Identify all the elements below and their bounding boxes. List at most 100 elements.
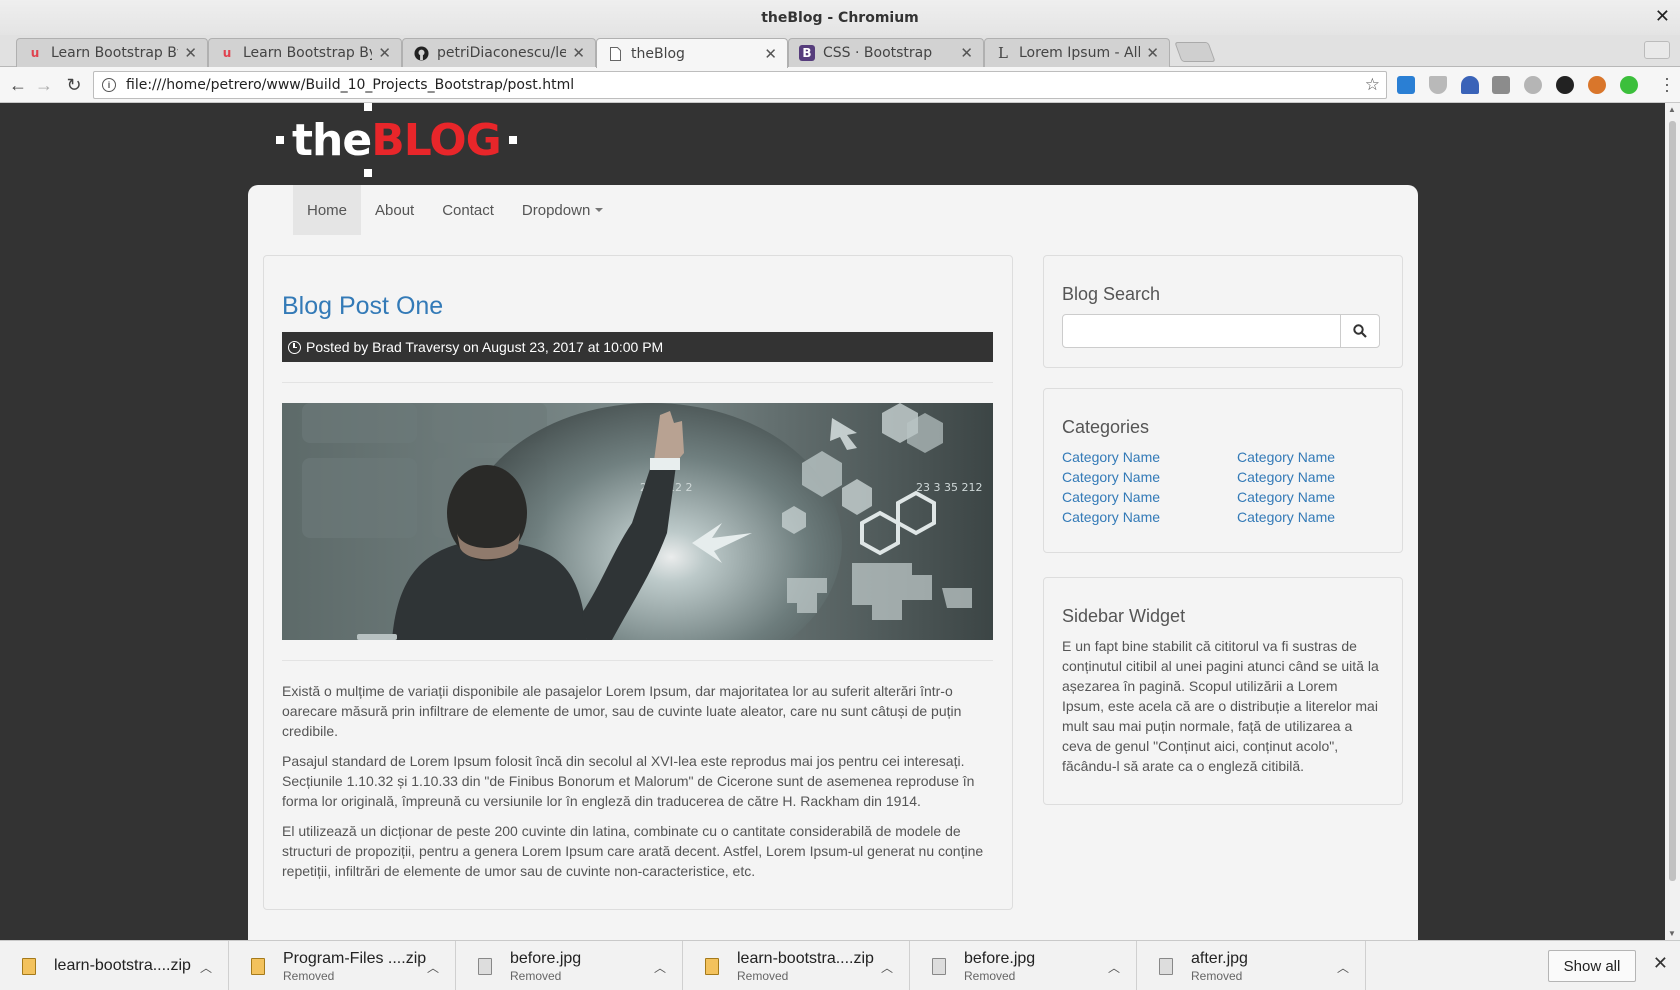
chevron-up-icon[interactable]: ︿: [1337, 959, 1349, 976]
tab-learn-bootstrap-1[interactable]: u Learn Bootstrap By ✕: [16, 38, 208, 67]
tab-close-icon[interactable]: ✕: [184, 44, 197, 62]
download-name: after.jpg: [1191, 949, 1248, 967]
nav-home[interactable]: Home: [293, 185, 362, 235]
window-title: theBlog - Chromium: [761, 9, 919, 26]
bookmark-star-icon[interactable]: ☆: [1365, 75, 1380, 95]
category-link[interactable]: Category Name: [1237, 509, 1335, 525]
extension-icon-8[interactable]: [1620, 76, 1638, 94]
chevron-up-icon[interactable]: ︿: [1108, 959, 1120, 976]
tab-lorem-ipsum[interactable]: L Lorem Ipsum - All th ✕: [984, 38, 1170, 67]
download-item[interactable]: learn-bootstra....zip ︿: [0, 941, 229, 990]
tab-close-icon[interactable]: ✕: [378, 44, 391, 62]
bootstrap-icon: B: [799, 45, 815, 61]
site-logo[interactable]: the BLOG: [268, 103, 525, 177]
profile-button[interactable]: [1644, 41, 1670, 59]
category-link[interactable]: Category Name: [1062, 449, 1160, 465]
tab-strip: u Learn Bootstrap By ✕ u Learn Bootstrap…: [0, 35, 1680, 68]
image-file-icon: [478, 957, 492, 975]
download-item[interactable]: Program-Files ....zip Removed ︿: [229, 941, 456, 990]
window-titlebar: theBlog - Chromium ✕: [0, 0, 1680, 35]
category-link[interactable]: Category Name: [1237, 469, 1335, 485]
category-link[interactable]: Category Name: [1062, 469, 1160, 485]
download-item[interactable]: after.jpg Removed ︿: [1137, 941, 1366, 990]
extension-icon-1[interactable]: [1397, 76, 1415, 94]
sidebar-widget-text: E un fapt bine stabilit că cititorul va …: [1062, 638, 1379, 774]
browser-toolbar: ← → ↻ i file:///home/petrero/www/Build_1…: [0, 67, 1680, 103]
scrollbar-thumb[interactable]: [1669, 121, 1676, 881]
category-link[interactable]: Category Name: [1062, 509, 1160, 525]
category-link[interactable]: Category Name: [1237, 449, 1335, 465]
download-icon[interactable]: [1492, 76, 1510, 94]
github-icon: [413, 45, 429, 61]
post-title[interactable]: Blog Post One: [282, 292, 443, 321]
download-status: Removed: [964, 968, 1016, 983]
blog-search-input[interactable]: [1062, 314, 1341, 348]
post-paragraph: El utilizează un dicționar de peste 200 …: [282, 823, 984, 879]
post-paragraph: Există o mulțime de variații disponibile…: [282, 683, 962, 739]
chevron-up-icon[interactable]: ︿: [881, 959, 893, 976]
download-status: Removed: [737, 968, 789, 983]
image-file-icon: [1159, 957, 1173, 975]
new-tab-button[interactable]: [1174, 42, 1216, 62]
address-bar[interactable]: i file:///home/petrero/www/Build_10_Proj…: [93, 71, 1387, 99]
download-name: learn-bootstra....zip: [737, 949, 874, 967]
extension-icon-6[interactable]: [1556, 76, 1574, 94]
logo-blog-text: BLOG: [371, 114, 502, 166]
zip-file-icon: [251, 957, 265, 975]
download-shelf: learn-bootstra....zip ︿ Program-Files ..…: [0, 940, 1680, 990]
back-arrow-icon[interactable]: ←: [6, 73, 30, 97]
categories-title: Categories: [1062, 417, 1150, 437]
nav-contact[interactable]: Contact: [428, 185, 508, 235]
post-meta: Posted by Brad Traversy on August 23, 20…: [282, 332, 993, 362]
tab-close-icon[interactable]: ✕: [764, 45, 777, 63]
menu-icon[interactable]: · · ·: [1664, 69, 1670, 99]
download-status: Removed: [510, 968, 562, 983]
tab-bootstrap-css[interactable]: B CSS · Bootstrap ✕: [788, 38, 984, 67]
logo-square-left: [276, 136, 284, 144]
info-icon[interactable]: i: [102, 78, 116, 92]
close-icon[interactable]: ✕: [1653, 953, 1668, 974]
tab-github[interactable]: petriDiaconescu/lea ✕: [402, 38, 596, 67]
nav-dropdown[interactable]: Dropdown: [508, 185, 617, 235]
tab-theblog[interactable]: theBlog ✕: [596, 38, 788, 68]
extension-icon-7[interactable]: [1588, 76, 1606, 94]
main-container: Home About Contact Dropdown Blog Post On…: [248, 185, 1418, 940]
extension-icon-3[interactable]: [1461, 76, 1479, 94]
tab-close-icon[interactable]: ✕: [960, 44, 973, 62]
category-link[interactable]: Category Name: [1237, 489, 1335, 505]
tab-close-icon[interactable]: ✕: [1146, 44, 1159, 62]
logo-the-text: the: [292, 114, 372, 166]
download-item[interactable]: learn-bootstra....zip Removed ︿: [683, 941, 910, 990]
blog-search-panel: Blog Search: [1043, 255, 1403, 368]
chevron-up-icon[interactable]: ︿: [427, 959, 439, 976]
download-name: before.jpg: [510, 949, 582, 967]
forward-arrow-icon[interactable]: →: [32, 73, 56, 97]
url-text[interactable]: file:///home/petrero/www/Build_10_Projec…: [126, 77, 1365, 93]
reload-icon[interactable]: ↻: [62, 73, 86, 97]
search-button[interactable]: [1340, 314, 1380, 348]
download-item[interactable]: before.jpg Removed ︿: [910, 941, 1137, 990]
logo-square-top: [364, 103, 372, 111]
category-link[interactable]: Category Name: [1062, 489, 1160, 505]
scroll-up-icon[interactable]: ▲: [1668, 105, 1676, 114]
nav-about[interactable]: About: [361, 185, 428, 235]
blog-search-title: Blog Search: [1062, 284, 1161, 304]
recycle-icon[interactable]: [1524, 76, 1542, 94]
chevron-up-icon[interactable]: ︿: [200, 959, 212, 976]
post-hero-image: 23 5 12 2 23 3 35 212: [282, 403, 993, 640]
post-paragraph: Pasajul standard de Lorem Ipsum folosit …: [282, 753, 975, 809]
show-all-button[interactable]: Show all: [1548, 950, 1636, 982]
tab-learn-bootstrap-2[interactable]: u Learn Bootstrap By ✕: [208, 38, 402, 67]
page-viewport: the BLOG Home About Contact Dropdown Blo…: [0, 103, 1680, 940]
hero-numbers-right: 23 3 35 212: [916, 481, 982, 494]
post-panel: Blog Post One Posted by Brad Traversy on…: [263, 255, 1013, 910]
download-name: Program-Files ....zip: [283, 949, 427, 967]
download-item[interactable]: before.jpg Removed ︿: [456, 941, 683, 990]
page-scrollbar[interactable]: ▲ ▼: [1665, 103, 1680, 940]
window-close-icon[interactable]: ✕: [1655, 6, 1670, 27]
scroll-down-icon[interactable]: ▼: [1668, 929, 1676, 938]
download-status: Removed: [283, 968, 335, 983]
tab-close-icon[interactable]: ✕: [572, 44, 585, 62]
shield-icon[interactable]: [1429, 76, 1447, 94]
chevron-up-icon[interactable]: ︿: [654, 959, 666, 976]
